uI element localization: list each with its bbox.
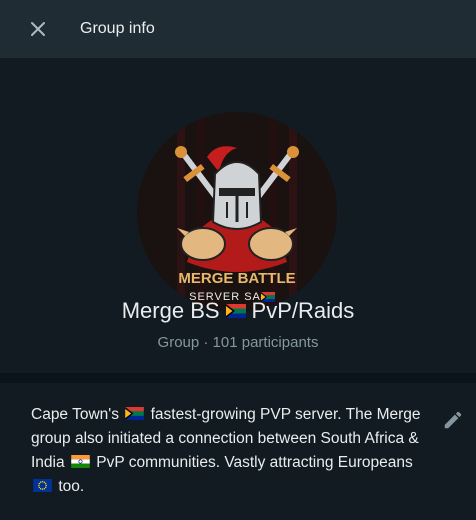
group-name-part2: PvP/Raids — [251, 298, 355, 323]
group-name-part1: Merge BS — [121, 298, 220, 323]
close-icon — [31, 22, 45, 36]
description-part1: Cape Town's — [31, 406, 119, 423]
header-title: Group info — [80, 20, 155, 37]
pencil-icon — [444, 411, 462, 429]
group-name: Merge BS PvP/Raids — [0, 298, 476, 324]
description-section: Cape Town's fastest-growing PVP server. … — [0, 383, 476, 520]
panel-header: Group info — [0, 0, 476, 58]
group-avatar[interactable]: MERGE BATTLE SERVER SA — [137, 112, 337, 312]
group-meta: Group · 101 participants — [157, 334, 319, 351]
eu-flag-icon — [33, 479, 52, 492]
india-flag-icon — [71, 455, 90, 468]
group-description: Cape Town's fastest-growing PVP server. … — [31, 403, 431, 499]
group-hero: MERGE BATTLE SERVER SA Merge BS PvP/Raid… — [0, 58, 476, 373]
edit-description-button[interactable] — [442, 409, 464, 431]
south-africa-flag-icon — [225, 304, 246, 318]
south-africa-flag-icon — [125, 407, 145, 420]
avatar-text-line1: MERGE BATTLE — [178, 270, 295, 287]
close-button[interactable] — [26, 17, 50, 41]
section-divider — [0, 373, 476, 383]
description-part4: too. — [58, 478, 85, 495]
description-part3: PvP communities. Vastly attracting Europ… — [96, 454, 413, 471]
